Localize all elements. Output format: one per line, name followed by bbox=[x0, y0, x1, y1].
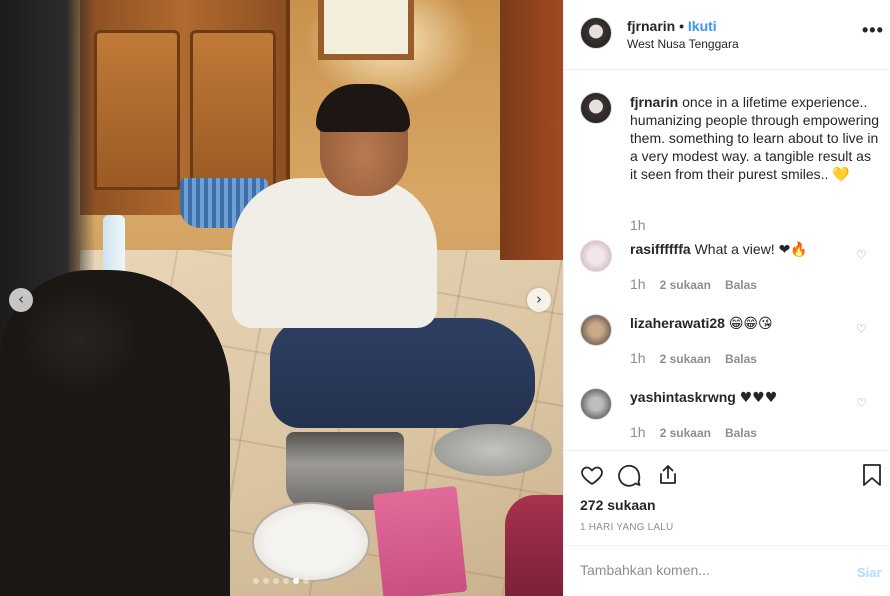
post-header: fjrnarin • Ikuti West Nusa Tenggara ••• bbox=[564, 0, 890, 70]
post-side-panel: fjrnarin • Ikuti West Nusa Tenggara ••• … bbox=[563, 0, 890, 596]
caption-time[interactable]: 1h bbox=[630, 217, 646, 233]
post-actions: 272 sukaan 1 HARI YANG LALU Siar bbox=[564, 450, 890, 595]
comment-text: ♥♥♥ bbox=[739, 390, 778, 406]
avatar[interactable] bbox=[580, 92, 612, 124]
carousel-dot bbox=[293, 578, 299, 584]
chevron-left-icon: ‹ bbox=[18, 290, 24, 308]
carousel-dot bbox=[263, 578, 269, 584]
follow-button[interactable]: Ikuti bbox=[688, 18, 717, 34]
comment-meta: 1h 2 sukaan Balas bbox=[630, 424, 757, 440]
action-icons bbox=[580, 463, 680, 487]
bookmark-icon[interactable] bbox=[861, 463, 883, 487]
photo-bag bbox=[372, 485, 468, 596]
photo-person-shirt bbox=[232, 178, 437, 328]
carousel-dot bbox=[253, 578, 259, 584]
avatar[interactable] bbox=[580, 240, 612, 272]
share-icon[interactable] bbox=[656, 463, 680, 487]
likes-count[interactable]: 272 sukaan bbox=[580, 497, 656, 513]
post-comment-button[interactable]: Siar bbox=[857, 565, 882, 580]
save-bookmark-button[interactable] bbox=[861, 463, 883, 487]
comment-username[interactable]: rasiffffffa bbox=[630, 241, 691, 257]
photo-person-hair bbox=[316, 84, 410, 132]
comment-text: What a view! bbox=[694, 241, 775, 257]
comment-time[interactable]: 1h bbox=[630, 350, 646, 366]
carousel-indicator bbox=[253, 578, 309, 584]
photo-door bbox=[500, 0, 563, 260]
like-comment-heart-icon[interactable]: ♡ bbox=[856, 322, 867, 336]
comment-username[interactable]: lizaherawati28 bbox=[630, 315, 725, 331]
photo-tray bbox=[434, 424, 552, 476]
post-author-row: fjrnarin • Ikuti bbox=[627, 18, 717, 34]
more-options-icon[interactable]: ••• bbox=[862, 20, 884, 41]
avatar[interactable] bbox=[580, 314, 612, 346]
photo-person-legs bbox=[270, 318, 535, 428]
author-username[interactable]: fjrnarin bbox=[627, 18, 675, 34]
add-comment-bar: Siar bbox=[564, 545, 890, 596]
reply-button[interactable]: Balas bbox=[725, 426, 757, 440]
comment-username[interactable]: yashintaskrwng bbox=[630, 389, 736, 405]
post-photo[interactable]: ‹ › bbox=[0, 0, 563, 596]
comment-likes[interactable]: 2 sukaan bbox=[660, 352, 711, 366]
comment-emoji: 😁😁😘 bbox=[728, 316, 773, 332]
comment-item: rasiffffffa What a view! ❤🔥 1h 2 sukaan … bbox=[564, 240, 890, 310]
avatar[interactable] bbox=[580, 388, 612, 420]
comment-emoji: ❤🔥 bbox=[778, 242, 808, 258]
comments-list[interactable]: fjrnarin once in a lifetime experience..… bbox=[564, 70, 890, 450]
comment-input[interactable] bbox=[580, 562, 810, 578]
comment-item: yashintaskrwng ♥♥♥ 1h 2 sukaan Balas ♡ bbox=[564, 388, 890, 458]
heart-icon[interactable] bbox=[580, 463, 604, 487]
post-date[interactable]: 1 HARI YANG LALU bbox=[580, 522, 673, 533]
carousel-dot bbox=[283, 578, 289, 584]
caption-username[interactable]: fjrnarin bbox=[630, 94, 678, 110]
photo-window bbox=[318, 0, 414, 60]
comment-time[interactable]: 1h bbox=[630, 276, 646, 292]
photo-foreground-person bbox=[0, 270, 230, 596]
reply-button[interactable]: Balas bbox=[725, 352, 757, 366]
chevron-right-icon: › bbox=[536, 290, 542, 308]
previous-slide-button[interactable]: ‹ bbox=[9, 288, 33, 312]
separator-dot: • bbox=[679, 18, 685, 34]
comment-item: lizaherawati28 😁😁😘 1h 2 sukaan Balas ♡ bbox=[564, 314, 890, 384]
carousel-dot bbox=[273, 578, 279, 584]
like-comment-heart-icon[interactable]: ♡ bbox=[856, 248, 867, 262]
photo-bottle bbox=[103, 215, 125, 277]
photo-cloth bbox=[505, 495, 563, 596]
reply-button[interactable]: Balas bbox=[725, 278, 757, 292]
comment-likes[interactable]: 2 sukaan bbox=[660, 278, 711, 292]
comment-likes[interactable]: 2 sukaan bbox=[660, 426, 711, 440]
caption-emoji: 💛 bbox=[832, 167, 850, 183]
photo-plates bbox=[252, 502, 370, 582]
comment-time[interactable]: 1h bbox=[630, 424, 646, 440]
avatar[interactable] bbox=[580, 17, 612, 49]
comment-meta: 1h 2 sukaan Balas bbox=[630, 350, 757, 366]
post-location[interactable]: West Nusa Tenggara bbox=[627, 37, 739, 51]
next-slide-button[interactable]: › bbox=[527, 288, 551, 312]
comment-icon[interactable] bbox=[618, 463, 642, 487]
carousel-dot bbox=[303, 578, 309, 584]
comment-meta: 1h 2 sukaan Balas bbox=[630, 276, 757, 292]
like-comment-heart-icon[interactable]: ♡ bbox=[856, 396, 867, 410]
